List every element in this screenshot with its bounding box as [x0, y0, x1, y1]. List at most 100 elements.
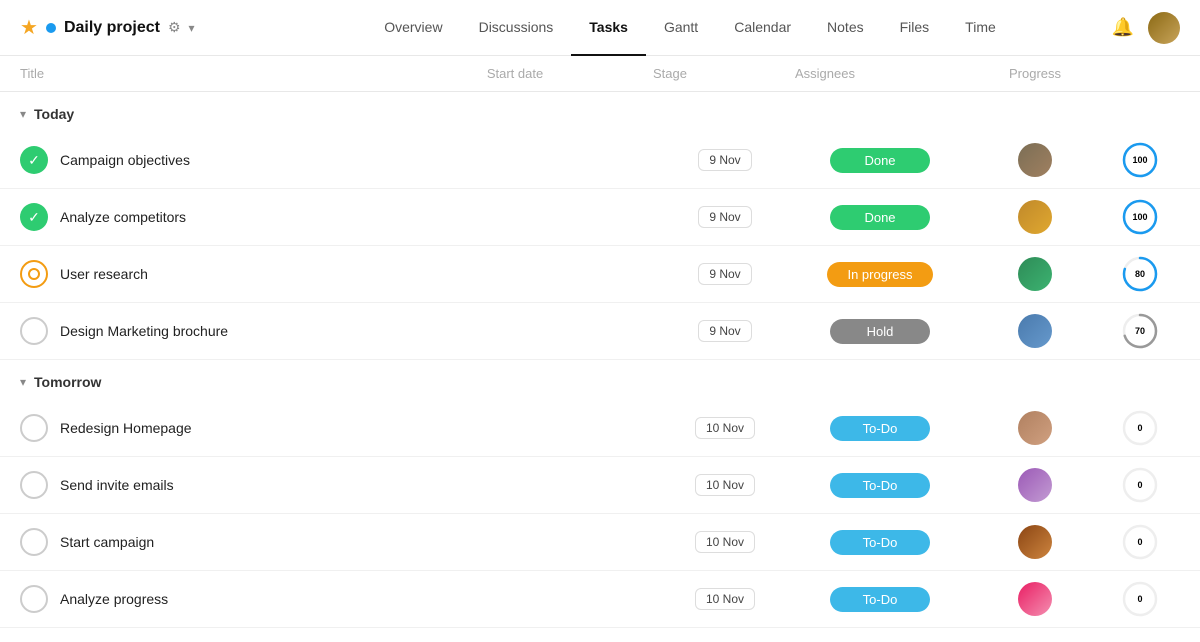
task-stage: Hold	[790, 319, 970, 344]
assignee-avatar	[1018, 200, 1052, 234]
table-row[interactable]: Design Marketing brochure 9 Nov Hold 70	[0, 303, 1200, 360]
task-progress: 80	[1100, 256, 1180, 292]
task-progress: 0	[1100, 581, 1180, 617]
task-progress: 0	[1100, 410, 1180, 446]
section-title-today: Today	[34, 106, 74, 122]
task-check[interactable]	[20, 471, 60, 499]
task-check[interactable]	[20, 528, 60, 556]
table-row[interactable]: Send invite emails 10 Nov To-Do 0	[0, 457, 1200, 514]
table-row[interactable]: Start campaign 10 Nov To-Do 0	[0, 514, 1200, 571]
section-header-tomorrow: ▾ Tomorrow	[0, 360, 1200, 400]
star-icon[interactable]: ★	[20, 15, 38, 40]
tab-gantt[interactable]: Gantt	[646, 0, 716, 56]
task-stage: Done	[790, 205, 970, 230]
date-badge[interactable]: 10 Nov	[695, 474, 755, 496]
col-header-progress: Progress	[890, 66, 1180, 81]
tab-discussions[interactable]: Discussions	[461, 0, 572, 56]
tab-tasks[interactable]: Tasks	[571, 0, 646, 56]
task-check[interactable]: ✓	[20, 203, 60, 231]
table-row[interactable]: ✓ Analyze competitors 9 Nov Done 100	[0, 189, 1200, 246]
date-badge[interactable]: 10 Nov	[695, 531, 755, 553]
progress-value: 0	[1137, 594, 1142, 604]
stage-badge[interactable]: To-Do	[830, 416, 930, 441]
check-empty-icon[interactable]	[20, 528, 48, 556]
task-stage: In progress	[790, 262, 970, 287]
app-header: ★ Daily project ⚙ ▾ Overview Discussions…	[0, 0, 1200, 56]
task-assignee	[970, 143, 1100, 177]
date-badge[interactable]: 10 Nov	[695, 588, 755, 610]
check-empty-icon[interactable]	[20, 414, 48, 442]
task-date: 9 Nov	[660, 206, 790, 228]
table-row[interactable]: User research 9 Nov In progress 80	[0, 246, 1200, 303]
bell-icon[interactable]: 🔔	[1112, 17, 1134, 38]
task-assignee	[970, 582, 1100, 616]
date-badge[interactable]: 9 Nov	[698, 206, 751, 228]
stage-badge[interactable]: Done	[830, 205, 930, 230]
task-date: 10 Nov	[660, 588, 790, 610]
chevron-icon[interactable]: ▾	[20, 107, 26, 121]
progress-circle: 70	[1122, 313, 1158, 349]
chevron-icon[interactable]: ▾	[20, 375, 26, 389]
stage-badge[interactable]: Hold	[830, 319, 930, 344]
table-row[interactable]: ✓ Campaign objectives 9 Nov Done 100	[0, 132, 1200, 189]
header-right: 🔔	[1100, 12, 1180, 44]
task-progress: 70	[1100, 313, 1180, 349]
progress-circle: 0	[1122, 524, 1158, 560]
stage-badge[interactable]: Done	[830, 148, 930, 173]
table-row[interactable]: Analyze progress 10 Nov To-Do 0	[0, 571, 1200, 628]
task-check[interactable]	[20, 414, 60, 442]
stage-badge[interactable]: To-Do	[830, 473, 930, 498]
progress-value: 100	[1132, 212, 1147, 222]
check-done-icon[interactable]: ✓	[20, 203, 48, 231]
stage-badge[interactable]: To-Do	[830, 587, 930, 612]
check-done-icon[interactable]: ✓	[20, 146, 48, 174]
task-date: 9 Nov	[660, 263, 790, 285]
task-check[interactable]: ✓	[20, 146, 60, 174]
progress-value: 0	[1137, 537, 1142, 547]
assignee-avatar	[1018, 257, 1052, 291]
progress-circle: 0	[1122, 410, 1158, 446]
task-date: 10 Nov	[660, 474, 790, 496]
task-check[interactable]	[20, 585, 60, 613]
tab-time[interactable]: Time	[947, 0, 1014, 56]
check-empty-icon[interactable]	[20, 585, 48, 613]
section-title-tomorrow: Tomorrow	[34, 374, 101, 390]
task-title: Campaign objectives	[60, 152, 660, 168]
task-assignee	[970, 200, 1100, 234]
task-assignee	[970, 314, 1100, 348]
dropdown-arrow-icon[interactable]: ▾	[189, 21, 195, 35]
tab-notes[interactable]: Notes	[809, 0, 882, 56]
assignee-avatar	[1018, 468, 1052, 502]
avatar[interactable]	[1148, 12, 1180, 44]
stage-badge[interactable]: In progress	[827, 262, 932, 287]
progress-circle: 100	[1122, 142, 1158, 178]
progress-circle: 100	[1122, 199, 1158, 235]
progress-value: 0	[1137, 480, 1142, 490]
check-inprogress-icon[interactable]	[20, 260, 48, 288]
tab-overview[interactable]: Overview	[366, 0, 460, 56]
date-badge[interactable]: 10 Nov	[695, 417, 755, 439]
task-check[interactable]	[20, 260, 60, 288]
check-empty-icon[interactable]	[20, 471, 48, 499]
section-header-today: ▾ Today	[0, 92, 1200, 132]
date-badge[interactable]: 9 Nov	[698, 263, 751, 285]
tab-files[interactable]: Files	[882, 0, 948, 56]
date-badge[interactable]: 9 Nov	[698, 149, 751, 171]
task-progress: 0	[1100, 467, 1180, 503]
gear-icon[interactable]: ⚙	[168, 19, 181, 36]
check-empty-icon[interactable]	[20, 317, 48, 345]
assignee-avatar	[1018, 411, 1052, 445]
stage-badge[interactable]: To-Do	[830, 530, 930, 555]
header-left: ★ Daily project ⚙ ▾	[20, 15, 280, 40]
progress-value: 0	[1137, 423, 1142, 433]
progress-value: 80	[1135, 269, 1145, 279]
table-row[interactable]: Redesign Homepage 10 Nov To-Do 0	[0, 400, 1200, 457]
tab-calendar[interactable]: Calendar	[716, 0, 809, 56]
task-date: 10 Nov	[660, 417, 790, 439]
task-check[interactable]	[20, 317, 60, 345]
date-badge[interactable]: 9 Nov	[698, 320, 751, 342]
assignee-avatar	[1018, 143, 1052, 177]
task-title: Start campaign	[60, 534, 660, 550]
task-assignee	[970, 525, 1100, 559]
task-stage: To-Do	[790, 587, 970, 612]
